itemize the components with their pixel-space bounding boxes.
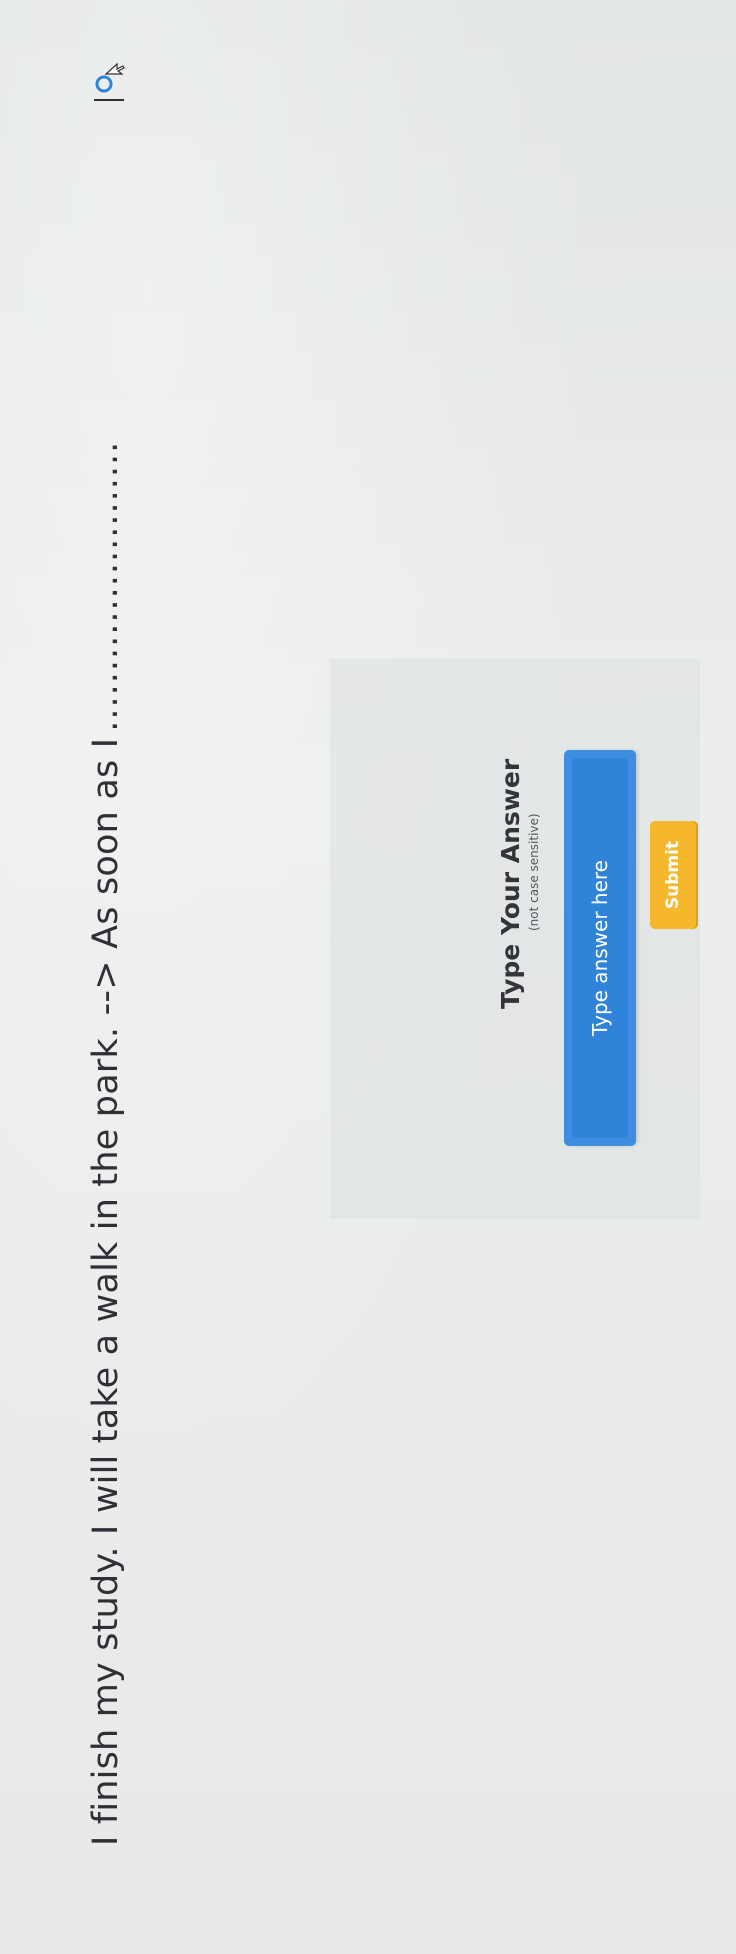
answer-input-container: [564, 750, 636, 1146]
quiz-screen: I finish my study. I will take a walk in…: [0, 0, 736, 1954]
pointer-cursor-icon[interactable]: [92, 58, 126, 102]
case-sensitivity-note: (not case sensitive): [527, 813, 541, 931]
answer-blank: ........................: [86, 440, 126, 732]
submit-button[interactable]: Submit: [650, 821, 696, 929]
rotated-quiz-content: I finish my study. I will take a walk in…: [0, 0, 736, 1954]
question-sentence: I finish my study. I will take a walk in…: [86, 737, 126, 1846]
answer-input[interactable]: [572, 758, 628, 1138]
question-text: I finish my study. I will take a walk in…: [86, 46, 126, 1846]
answer-title: Type Your Answer: [496, 758, 525, 1009]
